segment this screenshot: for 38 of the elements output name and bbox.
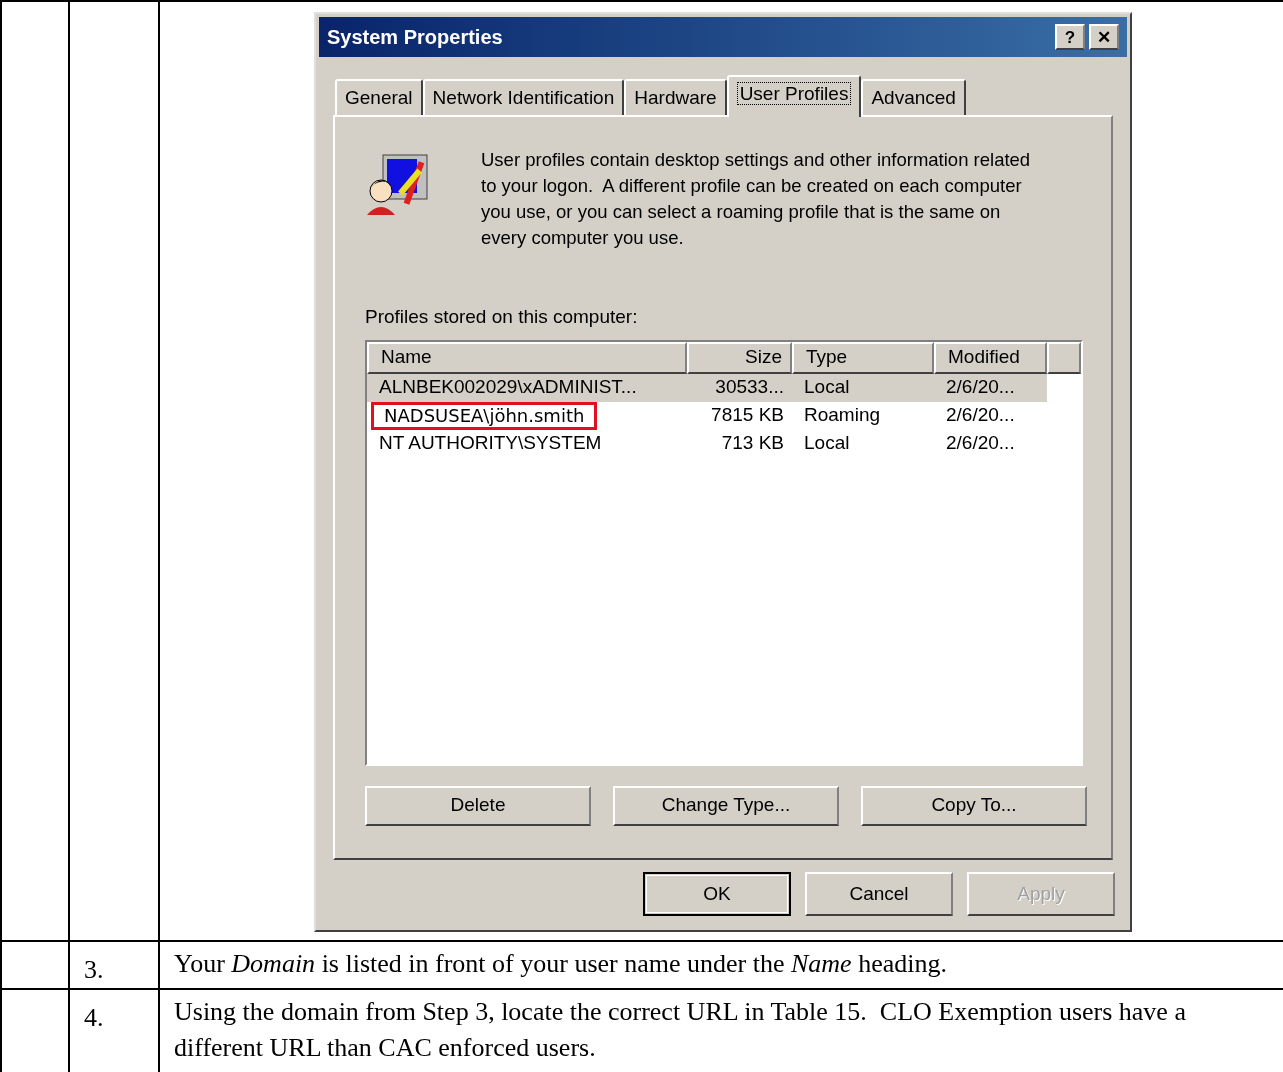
profile-row[interactable]: NT AUTHORITY\SYSTEM 713 KB Local 2/6/20...	[367, 429, 1047, 458]
table-cell-text: 713 KB	[721, 431, 784, 456]
column-header[interactable]: Type	[792, 341, 934, 374]
window-title: System Properties	[327, 25, 503, 50]
close-button[interactable]: ✕	[1089, 24, 1119, 50]
profile-row[interactable]: ALNBEK002029\xADMINIST... 30533... Local 2/6/20...	[367, 373, 1047, 402]
description-text: User profiles contain desktop settings and other information related to your logon. A different profile can be created on each computer you use, or you can select a roaming profile that is the same on every computer you use.	[481, 148, 1032, 250]
tab[interactable]: Advanced	[861, 79, 966, 115]
table-cell-text: Local	[804, 431, 850, 456]
dialog-button[interactable]: OK	[643, 872, 791, 916]
table-cell-text: NT AUTHORITY\SYSTEM	[379, 431, 602, 456]
help-button[interactable]: ?	[1055, 24, 1085, 50]
profile-button[interactable]: Change Type...	[613, 785, 839, 826]
table-cell-text: 30533...	[715, 375, 784, 400]
tab[interactable]: User Profiles	[726, 75, 862, 117]
profile-row[interactable]: NADSUSEA\jöhn.smith 7815 KB Roaming 2/6/20...	[367, 401, 1047, 430]
highlighted-name: NADSUSEA\jöhn.smith	[371, 401, 598, 430]
tab[interactable]: Hardware	[624, 79, 727, 115]
step-text: Your Domain is listed in front of your user name under the Name heading.	[174, 948, 948, 980]
column-header[interactable]: Name	[367, 341, 687, 374]
tab[interactable]: General	[335, 79, 423, 115]
step-number: 4.	[84, 1003, 104, 1032]
step-text: Using the domain from Step 3, locate the correct URL in Table 15. CLO Exemption users have a different URL than CAC enforced users.	[174, 996, 1187, 1064]
dialog-button[interactable]: Cancel	[805, 872, 953, 916]
table-cell-text: 2/6/20...	[946, 431, 1015, 456]
tab[interactable]: Network Identification	[422, 79, 625, 115]
column-header[interactable]: Size	[687, 341, 792, 374]
column-header[interactable]: Modified	[934, 341, 1047, 374]
profile-button[interactable]: Delete	[365, 785, 591, 826]
profile-button[interactable]: Copy To...	[861, 785, 1087, 826]
step-number: 3.	[84, 955, 104, 984]
list-label: Profiles stored on this computer:	[365, 305, 639, 329]
table-cell-text: Local	[804, 375, 850, 400]
table-cell-text: ALNBEK002029\xADMINIST...	[379, 375, 637, 400]
table-cell-text: 2/6/20...	[946, 403, 1015, 428]
table-cell-text: 7815 KB	[711, 403, 784, 428]
table-cell-text: 2/6/20...	[946, 375, 1015, 400]
table-cell-text: Roaming	[804, 403, 881, 428]
